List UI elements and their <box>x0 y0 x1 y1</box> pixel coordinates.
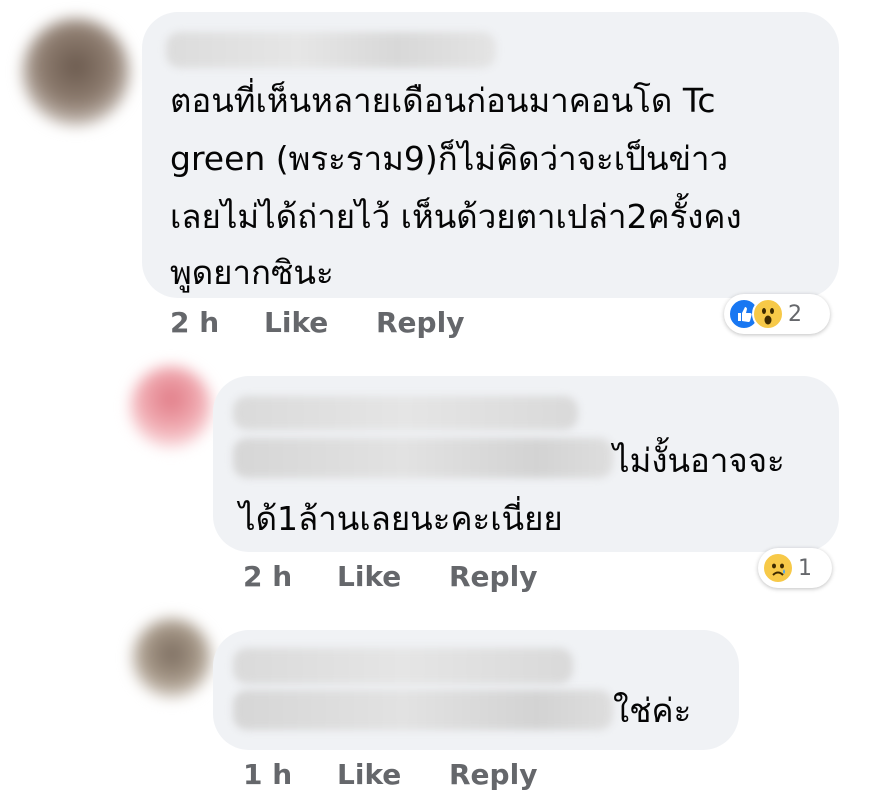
comment-text-line: ได้1ล้านเลยนะคะเนี่ยย <box>239 499 563 538</box>
comment-bubble: ตอนที่เห็นหลายเดือนก่อนมาคอนโด Tc green … <box>142 12 839 298</box>
reaction-count: 1 <box>798 555 812 581</box>
timestamp[interactable]: 2 h <box>170 306 264 339</box>
wow-icon <box>752 298 784 330</box>
commenter-name[interactable] <box>233 396 578 430</box>
reaction-summary[interactable]: 1 <box>758 548 832 588</box>
comment-bubble: ไม่งั้นอาจจะ ได้1ล้านเลยนะคะเนี่ยย <box>213 376 839 552</box>
comment-text-line: พูดยากซินะ <box>170 253 334 292</box>
comment-text-line: ใช่ค่ะ <box>613 691 692 730</box>
commenter-name[interactable] <box>233 648 573 684</box>
reply-button[interactable]: Reply <box>376 306 464 339</box>
comment-actions: 2 h Like Reply <box>243 560 537 593</box>
reaction-count: 2 <box>788 301 802 327</box>
tagged-user[interactable] <box>233 690 613 730</box>
avatar[interactable] <box>22 18 130 126</box>
avatar[interactable] <box>132 618 212 698</box>
timestamp[interactable]: 2 h <box>243 560 337 593</box>
timestamp[interactable]: 1 h <box>243 758 337 791</box>
comment-text-line: ไม่งั้นอาจจะ <box>613 441 785 480</box>
comment-actions: 1 h Like Reply <box>243 758 537 791</box>
tagged-user[interactable] <box>233 438 613 478</box>
avatar[interactable] <box>130 366 212 448</box>
like-button[interactable]: Like <box>337 758 449 791</box>
reply-button[interactable]: Reply <box>449 560 537 593</box>
like-button[interactable]: Like <box>264 306 376 339</box>
comment-actions: 2 h Like Reply <box>170 306 464 339</box>
comment-text-line: เลยไม่ได้ถ่ายไว้ เห็นด้วยตาเปล่า2ครั้งคง <box>170 197 742 236</box>
comment-text-line: green (พระราม9)ก็ไม่คิดว่าจะเป็นข่าว <box>170 139 729 178</box>
comment-text-line: ตอนที่เห็นหลายเดือนก่อนมาคอนโด Tc <box>170 81 716 120</box>
reaction-summary[interactable]: 2 <box>724 294 830 334</box>
reply-button[interactable]: Reply <box>449 758 537 791</box>
comment-bubble: ใช่ค่ะ <box>213 630 739 750</box>
sad-icon <box>762 552 794 584</box>
commenter-name[interactable] <box>166 32 496 68</box>
like-button[interactable]: Like <box>337 560 449 593</box>
